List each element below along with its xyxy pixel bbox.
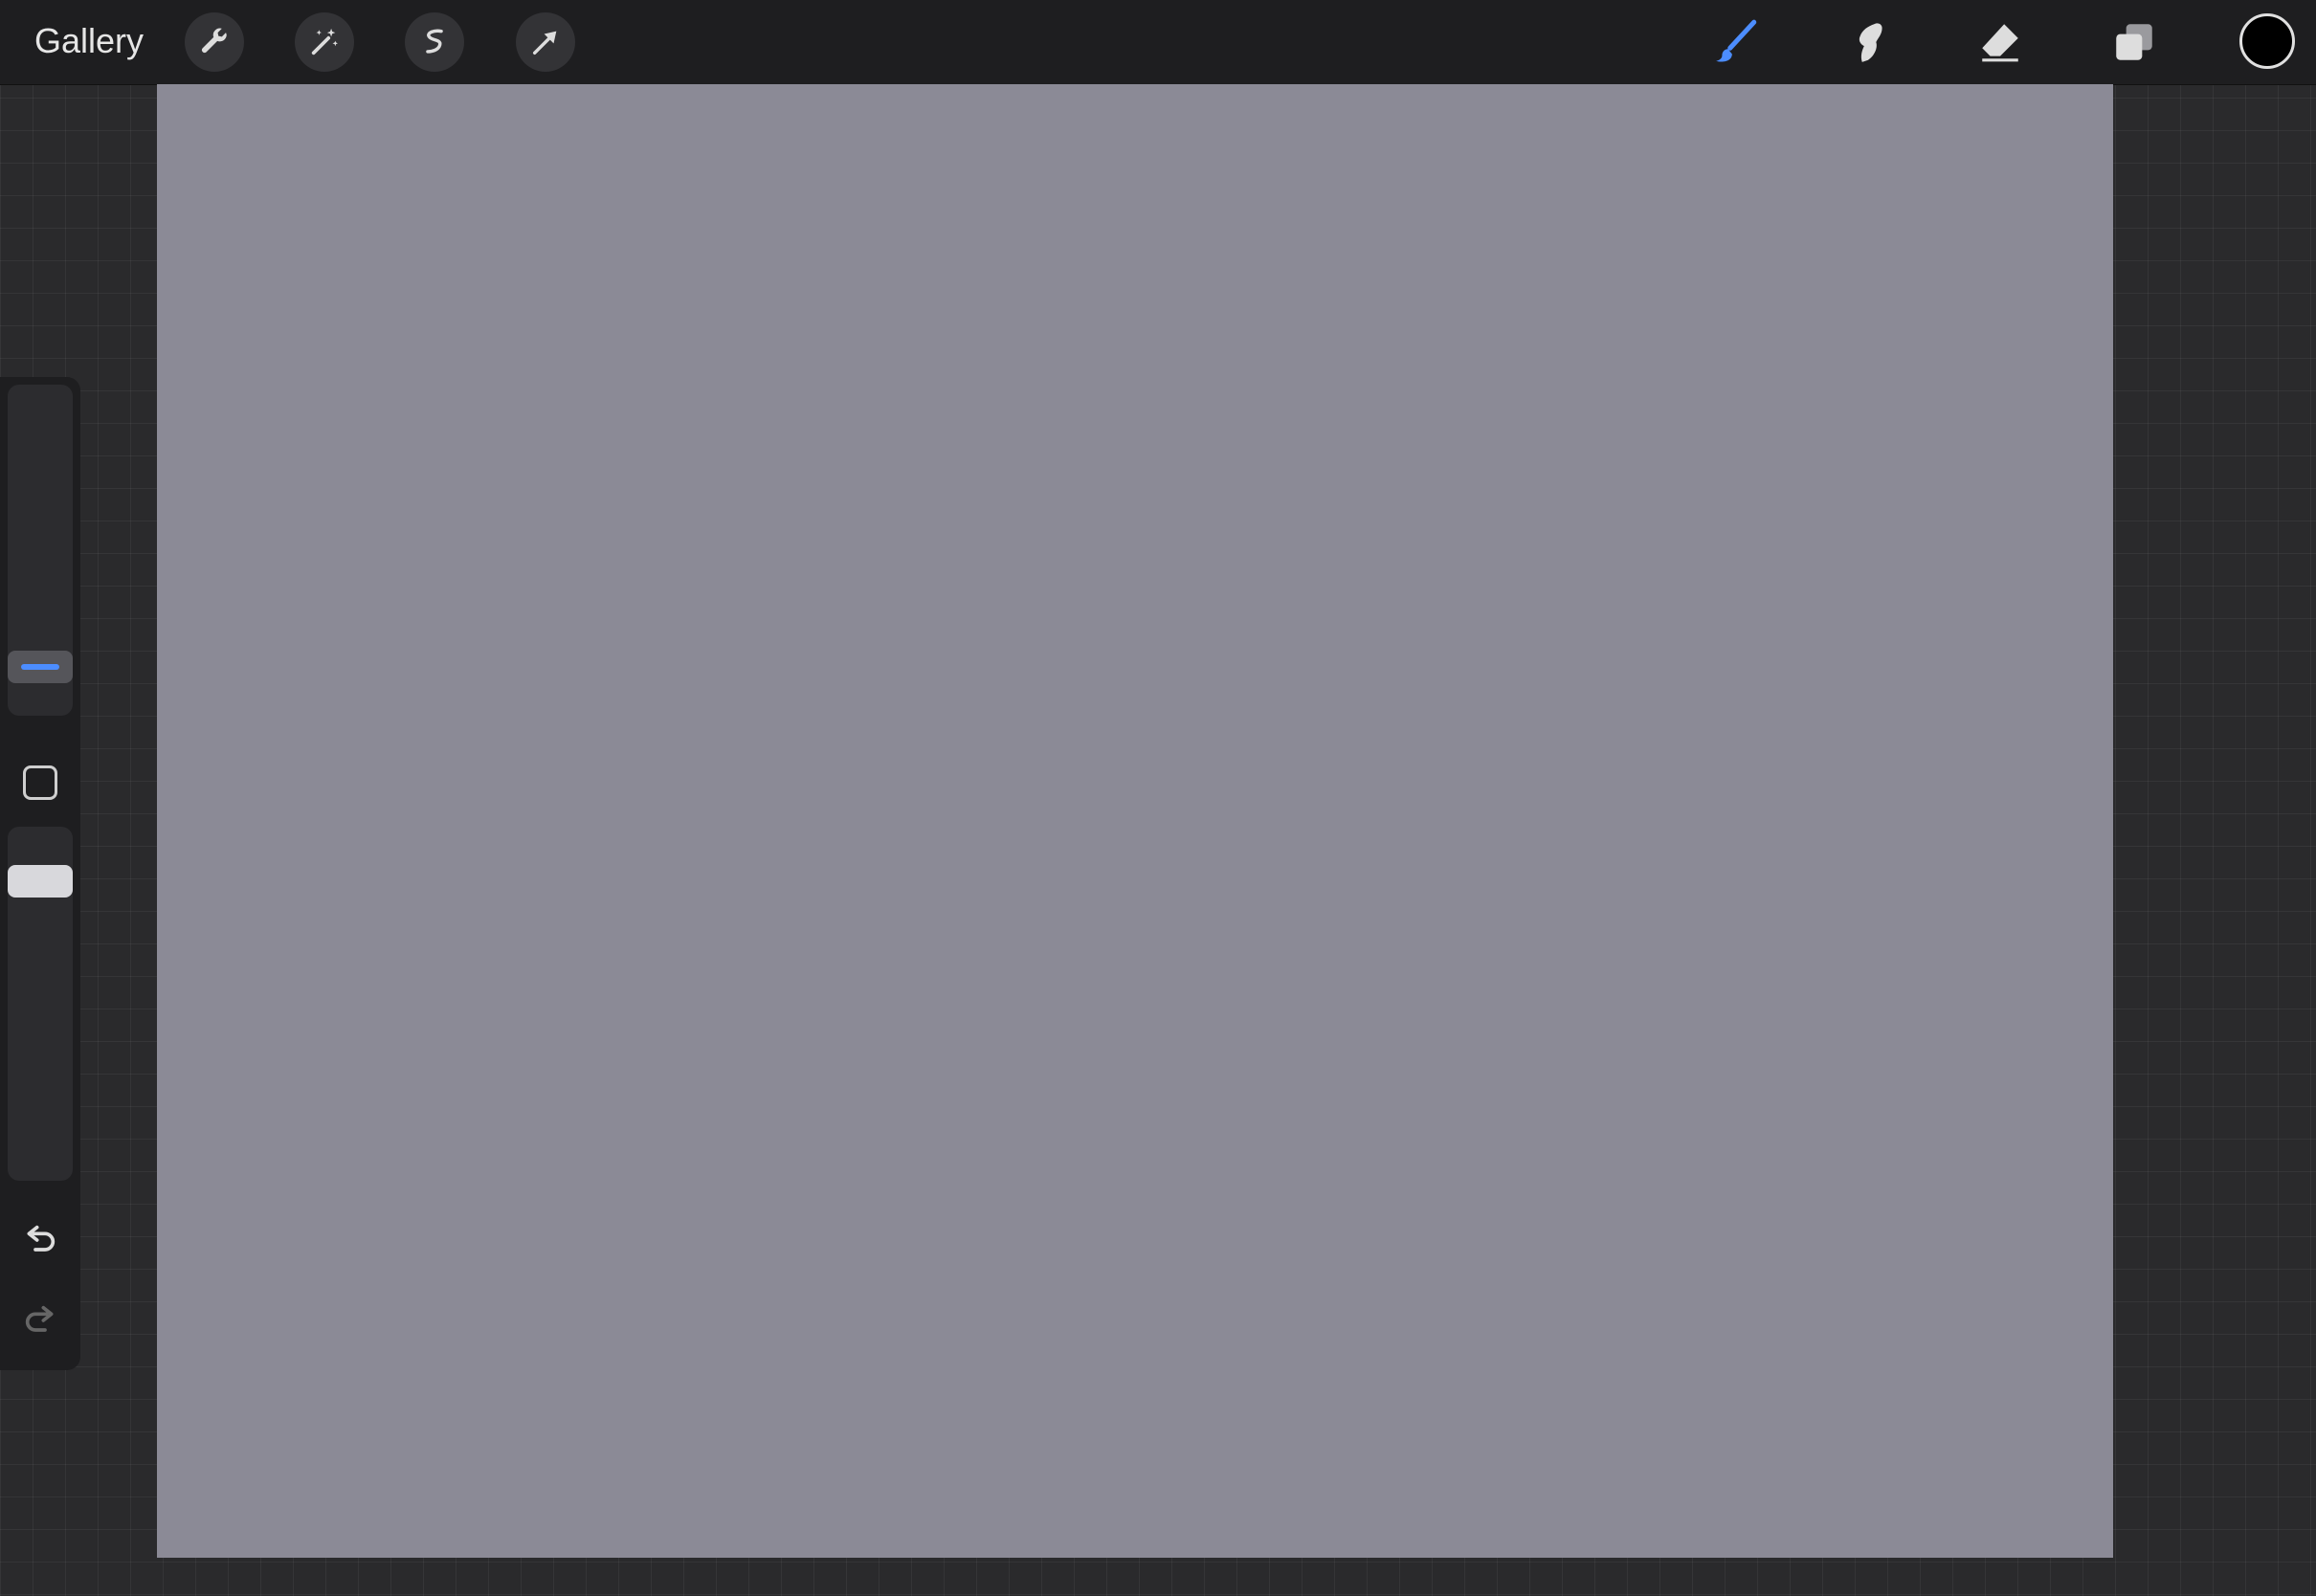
brush-size-thumb[interactable] [8, 651, 73, 683]
smudge-icon[interactable] [1839, 13, 1897, 71]
gallery-button[interactable]: Gallery [34, 19, 144, 63]
transform-arrow-icon[interactable] [516, 12, 575, 72]
wrench-icon[interactable] [185, 12, 244, 72]
size-indicator [21, 664, 59, 670]
layers-icon[interactable] [2105, 13, 2163, 71]
drawing-canvas[interactable] [157, 84, 2113, 1558]
magic-wand-icon[interactable] [295, 12, 354, 72]
modify-button[interactable] [23, 765, 57, 800]
brush-icon[interactable] [1707, 13, 1765, 71]
undo-icon[interactable] [13, 1213, 67, 1267]
opacity-thumb[interactable] [8, 865, 73, 898]
sidebar [0, 377, 80, 1370]
selection-icon[interactable] [405, 12, 464, 72]
eraser-icon[interactable] [1971, 13, 2029, 71]
top-toolbar: Gallery [0, 0, 2316, 85]
color-swatch[interactable] [2239, 13, 2295, 69]
redo-icon[interactable] [13, 1294, 67, 1347]
